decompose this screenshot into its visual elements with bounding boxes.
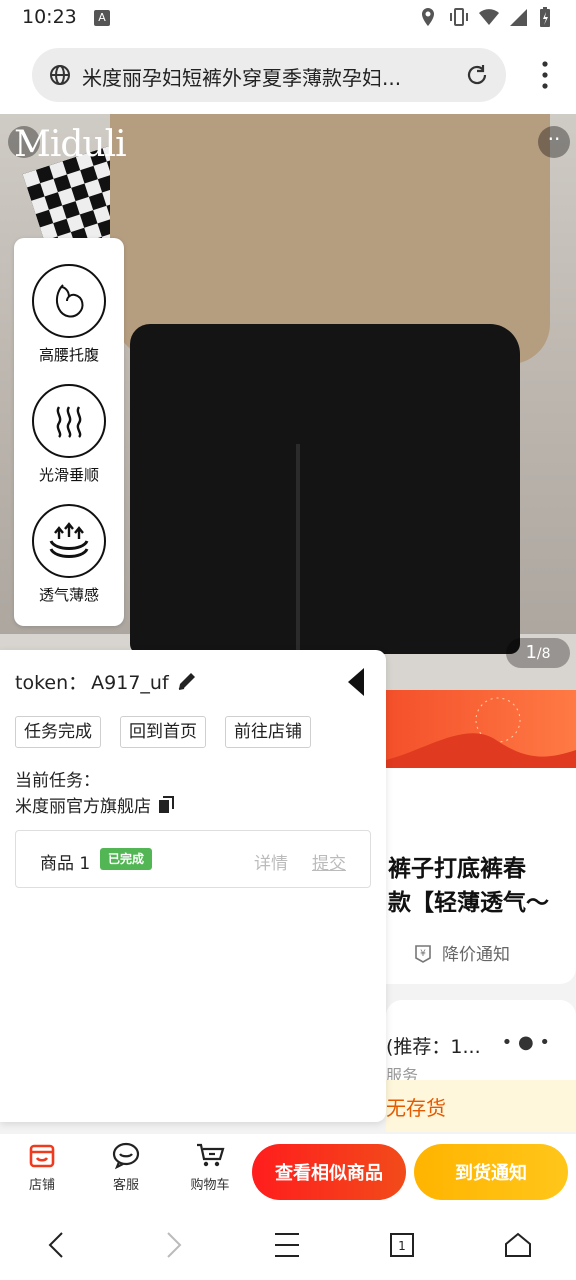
- go-to-shop-button[interactable]: 前往店铺: [225, 716, 311, 748]
- current-task-shop: 米度丽官方旗舰店: [15, 792, 175, 817]
- feature-label: 透气薄感: [38, 586, 99, 604]
- customer-service-icon: [111, 1140, 141, 1170]
- home-button[interactable]: 回到首页: [120, 716, 206, 748]
- product-info-card: 裤子打底裤春 款【轻薄透气〜 ¥ 降价通知: [386, 768, 576, 984]
- task-panel: token： A917_uf 任务完成 回到首页 前往店铺 当前任务： 米度丽官方…: [0, 650, 386, 1122]
- item-name: 商品 1: [40, 854, 91, 874]
- back-arrow-icon[interactable]: [42, 1230, 72, 1260]
- address-bar[interactable]: 米度丽孕妇短裤外穿夏季薄款孕妇...: [32, 48, 506, 102]
- product-image[interactable]: Miduli ·· 1/8 高腰托腹 光滑垂顺 透气薄感: [0, 114, 576, 690]
- pencil-icon[interactable]: [176, 670, 198, 692]
- product-title: 裤子打底裤春 款【轻薄透气〜: [388, 856, 549, 916]
- spec-selection[interactable]: (推荐：1...: [386, 1032, 481, 1059]
- breathable-icon: [32, 504, 106, 578]
- price-tag-icon: ¥: [415, 944, 431, 963]
- wifi-icon: [478, 6, 499, 28]
- system-nav-bar: 1: [0, 1210, 576, 1280]
- task-item-row: 商品 1 已完成 详情 提交: [15, 830, 371, 888]
- notification-a-icon: A: [94, 10, 110, 26]
- copy-icon[interactable]: [157, 795, 175, 814]
- feature-breathable: 透气薄感: [14, 504, 124, 605]
- submit-link[interactable]: 提交: [312, 849, 346, 874]
- browser-toolbar: 米度丽孕妇短裤外穿夏季薄款孕妇...: [0, 38, 576, 114]
- vibrate-icon: [448, 6, 468, 28]
- price-drop-notice[interactable]: ¥ 降价通知: [412, 940, 510, 965]
- spec-card[interactable]: (推荐：1... • ● • 服务: [386, 1000, 576, 1085]
- arrival-notify-button[interactable]: 到货通知: [414, 1144, 568, 1200]
- shorts: [130, 324, 520, 654]
- service-action[interactable]: 客服: [98, 1140, 154, 1193]
- clock: 10:23: [22, 6, 77, 28]
- image-counter: 1/8: [506, 638, 570, 668]
- image-counter-current: 1: [525, 642, 537, 663]
- token-value: A917_uf: [91, 672, 169, 694]
- globe-icon: [48, 63, 72, 87]
- collapse-triangle-icon[interactable]: [348, 668, 364, 696]
- feature-label: 光滑垂顺: [38, 466, 99, 484]
- stock-status-bar: 无存货: [386, 1080, 576, 1132]
- bottom-action-bar: 店铺 客服 购物车 查看相似商品 到货通知: [0, 1134, 576, 1210]
- location-icon: [418, 6, 438, 28]
- svg-text:1: 1: [398, 1239, 406, 1253]
- status-bar: 10:23 A: [0, 0, 576, 38]
- promo-banner: [386, 690, 576, 768]
- feature-panel: 高腰托腹 光滑垂顺 透气薄感: [14, 238, 124, 626]
- svg-text:¥: ¥: [420, 949, 426, 959]
- battery-icon: [538, 6, 558, 28]
- shop-action[interactable]: 店铺: [14, 1140, 70, 1193]
- forward-arrow-icon[interactable]: [158, 1230, 188, 1260]
- token-row: token： A917_uf: [15, 668, 169, 695]
- current-task-label: 当前任务：: [15, 771, 100, 791]
- reload-icon[interactable]: [464, 62, 490, 88]
- detail-link[interactable]: 详情: [254, 849, 288, 874]
- menu-lines-icon[interactable]: [272, 1230, 302, 1260]
- image-counter-total: /8: [536, 646, 551, 662]
- shop-icon: [27, 1140, 57, 1170]
- waves-icon: [32, 384, 106, 458]
- browser-menu-icon[interactable]: [542, 60, 548, 90]
- cart-icon: [195, 1140, 225, 1170]
- url-text[interactable]: 米度丽孕妇短裤外穿夏季薄款孕妇...: [82, 62, 442, 91]
- stock-status: 无存货: [386, 1096, 446, 1120]
- shorts-seam: [296, 444, 300, 654]
- token-label: token：: [15, 672, 88, 694]
- brand-logo: Miduli: [14, 124, 127, 165]
- feature-smooth: 光滑垂顺: [14, 384, 124, 485]
- more-dots-icon[interactable]: • ● •: [502, 1032, 550, 1053]
- tabs-icon[interactable]: 1: [388, 1230, 418, 1260]
- home-icon[interactable]: [503, 1230, 533, 1260]
- view-similar-button[interactable]: 查看相似商品: [252, 1144, 406, 1200]
- feature-high-waist: 高腰托腹: [14, 264, 124, 365]
- feature-label: 高腰托腹: [38, 346, 99, 364]
- signal-icon: [508, 6, 528, 28]
- firework-decoration: [386, 697, 576, 768]
- completed-badge: 已完成: [100, 848, 153, 870]
- belly-icon: [32, 264, 106, 338]
- more-options-button[interactable]: ··: [538, 126, 570, 158]
- status-icons: [418, 6, 558, 28]
- task-done-button[interactable]: 任务完成: [15, 716, 101, 748]
- cart-action[interactable]: 购物车: [182, 1140, 238, 1193]
